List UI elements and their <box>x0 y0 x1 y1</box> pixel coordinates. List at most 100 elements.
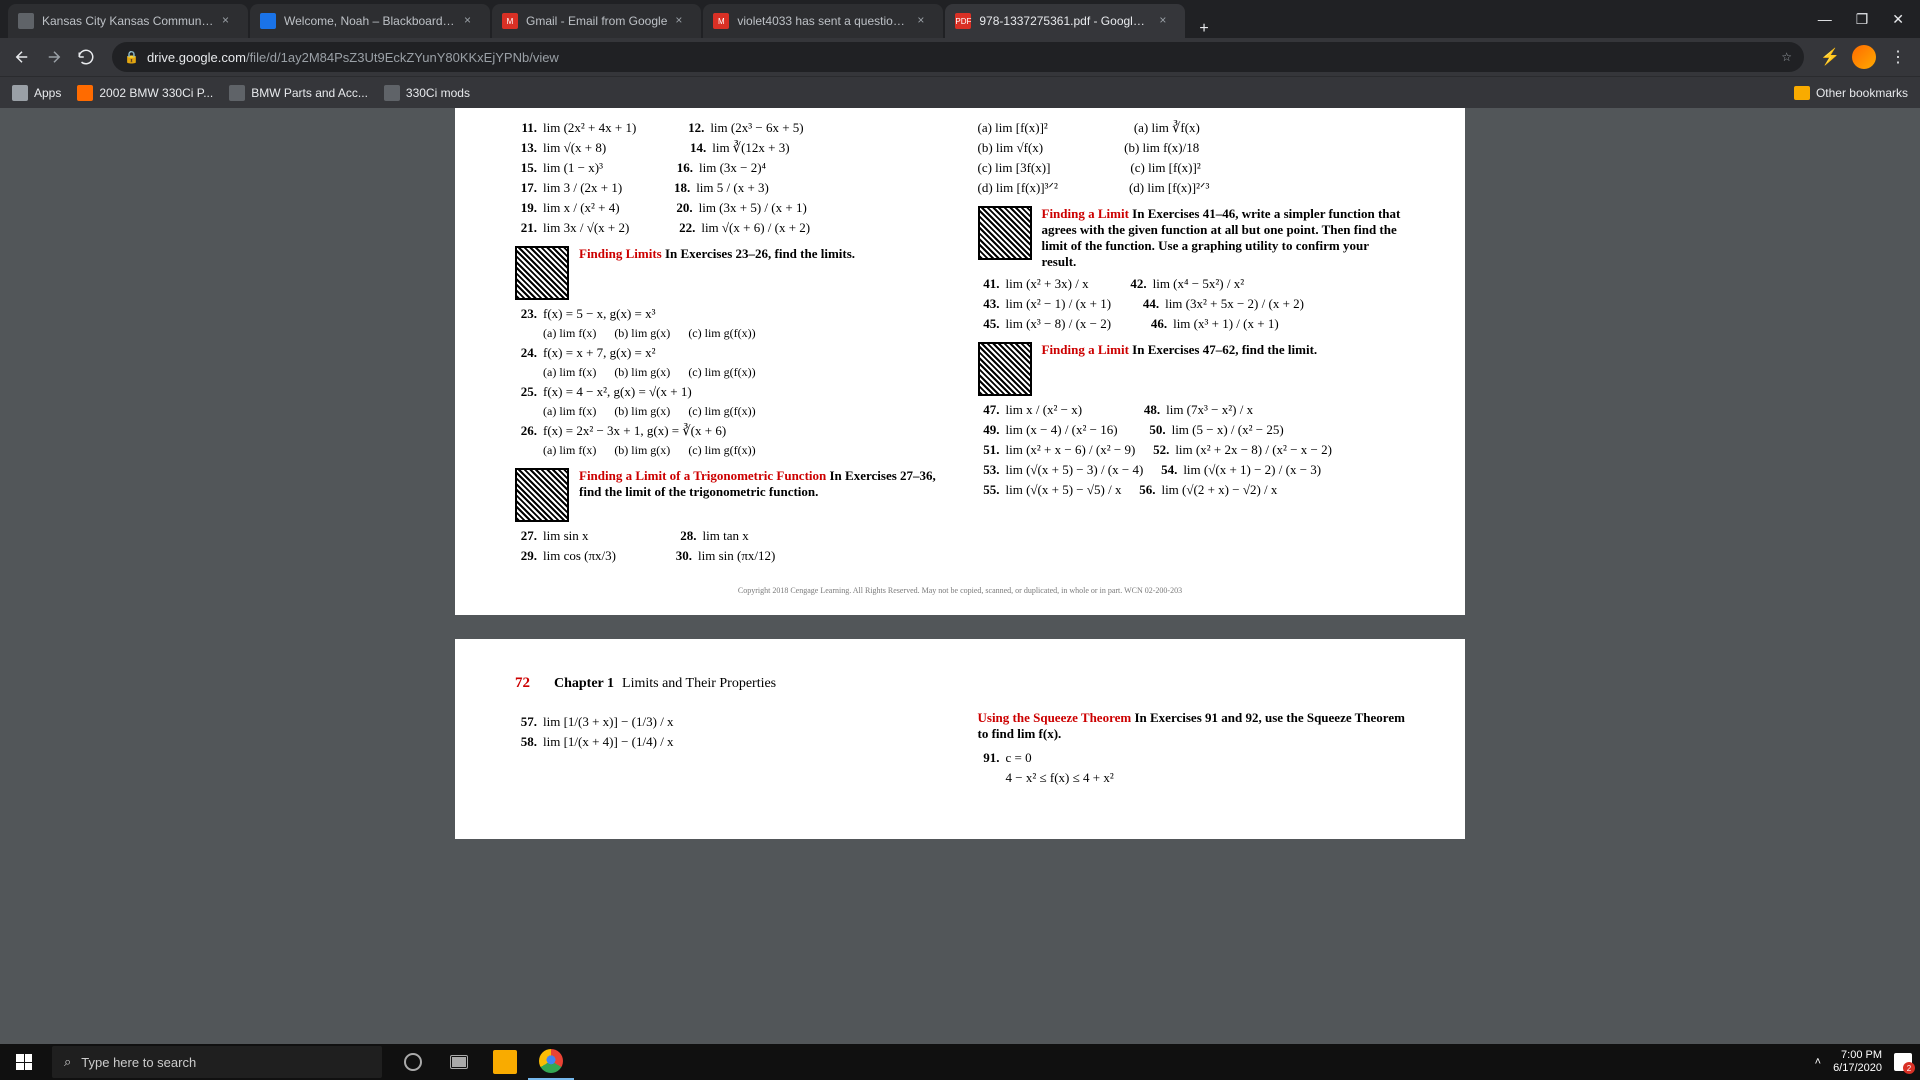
sub-exercise: (c) lim g(f(x)) <box>688 443 755 458</box>
cortana-button[interactable] <box>390 1044 436 1080</box>
bookmark-favicon <box>229 85 245 101</box>
bookmark-item[interactable]: BMW Parts and Acc... <box>229 85 368 101</box>
browser-tab[interactable]: Kansas City Kansas Community C× <box>8 4 248 38</box>
exercise: lim (x² − 1) / (x + 1) <box>1006 296 1112 312</box>
section-heading: Finding a Limit <box>1042 342 1129 357</box>
file-explorer-button[interactable] <box>482 1044 528 1080</box>
exercise: f(x) = 5 − x, g(x) = x³ <box>543 306 656 322</box>
back-button[interactable] <box>8 43 36 71</box>
bookmark-item[interactable]: 330Ci mods <box>384 85 470 101</box>
tab-title: Gmail - Email from Google <box>526 14 667 28</box>
menu-icon[interactable]: ⋮ <box>1884 43 1912 71</box>
exercise: 4 − x² ≤ f(x) ≤ 4 + x² <box>1006 770 1114 786</box>
browser-tab[interactable]: Mviolet4033 has sent a question ab × <box>703 4 943 38</box>
exercise: lim (2x² + 4x + 1) <box>543 120 636 136</box>
section-heading: Using the Squeeze Theorem <box>978 710 1132 725</box>
favicon: M <box>713 13 729 29</box>
folder-icon <box>493 1050 517 1074</box>
new-tab-button[interactable]: + <box>1187 20 1220 38</box>
taskview-button[interactable] <box>436 1044 482 1080</box>
qr-code-icon <box>978 206 1032 260</box>
bookmark-favicon <box>77 85 93 101</box>
browser-tab[interactable]: Welcome, Noah – Blackboard Lea × <box>250 4 490 38</box>
exercise: lim (2x³ − 6x + 5) <box>710 120 803 136</box>
exercise: lim 3x / √(x + 2) <box>543 220 629 236</box>
tab-close-icon[interactable]: × <box>675 13 691 29</box>
favicon: M <box>502 13 518 29</box>
exercise: lim cos (πx/3) <box>543 548 616 564</box>
chrome-icon <box>539 1049 563 1073</box>
tab-close-icon[interactable]: × <box>1159 13 1175 29</box>
exercise: lim (x³ + 1) / (x + 1) <box>1173 316 1279 332</box>
exercise: lim tan x <box>703 528 749 544</box>
exercise: lim (√(x + 1) − 2) / (x − 3) <box>1183 462 1321 478</box>
sub-exercise: (a) lim f(x) <box>543 365 596 380</box>
exercise: lim sin (πx/12) <box>698 548 775 564</box>
browser-tab-active[interactable]: PDF 978-1337275361.pdf - Google Dr × <box>945 4 1185 38</box>
page-container: 11.lim (2x² + 4x + 1)12.lim (2x³ − 6x + … <box>455 108 1465 1044</box>
tab-title: violet4033 has sent a question ab <box>737 14 909 28</box>
search-icon: ⌕ <box>64 1054 71 1070</box>
exercise: lim sin x <box>543 528 589 544</box>
left-column: 11.lim (2x² + 4x + 1)12.lim (2x³ − 6x + … <box>515 116 943 568</box>
exercise: lim [1/(x + 4)] − (1/4) / x <box>543 734 674 750</box>
toolbar-right: ⚡ ⋮ <box>1816 43 1912 71</box>
other-bookmarks[interactable]: Other bookmarks <box>1794 86 1908 100</box>
star-icon[interactable]: ☆ <box>1781 50 1792 64</box>
bookmark-favicon <box>384 85 400 101</box>
tab-title: 978-1337275361.pdf - Google Dr <box>979 14 1151 28</box>
exercise: lim (√(x + 5) − √5) / x <box>1006 482 1122 498</box>
minimize-icon[interactable]: — <box>1818 11 1832 27</box>
pdf-viewport[interactable]: 11.lim (2x² + 4x + 1)12.lim (2x³ − 6x + … <box>0 108 1920 1044</box>
tray-expand-icon[interactable]: ˄ <box>1815 1056 1821 1068</box>
lock-icon: 🔒 <box>124 50 139 64</box>
favicon <box>18 13 34 29</box>
sub-exercise: (a) lim f(x) <box>543 326 596 341</box>
tab-close-icon[interactable]: × <box>222 13 238 29</box>
address-bar[interactable]: 🔒 drive.google.com/file/d/1ay2M84PsZ3Ut9… <box>112 42 1804 72</box>
sub-exercise: (b) lim g(x) <box>614 365 670 380</box>
sub-exercise: (a) lim f(x) <box>543 443 596 458</box>
exercise: (b) lim f(x)/18 <box>1124 140 1199 156</box>
exercise: lim 5 / (x + 3) <box>696 180 769 196</box>
reload-button[interactable] <box>72 43 100 71</box>
tab-close-icon[interactable]: × <box>464 13 480 29</box>
apps-shortcut[interactable]: Apps <box>12 85 61 101</box>
start-button[interactable] <box>0 1044 48 1080</box>
folder-icon <box>1794 86 1810 100</box>
sub-exercise: (a) lim f(x) <box>543 404 596 419</box>
browser-tab[interactable]: M Gmail - Email from Google × <box>492 4 701 38</box>
pdf-icon: PDF <box>955 13 971 29</box>
sub-exercise: (c) lim g(f(x)) <box>688 326 755 341</box>
exercise: lim (x⁴ − 5x²) / x² <box>1153 276 1245 292</box>
right-column: (a) lim [f(x)]²(a) lim ∛f(x) (b) lim √f(… <box>978 116 1406 568</box>
right-column: Using the Squeeze Theorem In Exercises 9… <box>978 710 1406 790</box>
exercise: lim x / (x² − x) <box>1006 402 1083 418</box>
exercise: lim (1 − x)³ <box>543 160 603 176</box>
maximize-icon[interactable]: ❐ <box>1856 11 1869 28</box>
extension-icon[interactable]: ⚡ <box>1816 43 1844 71</box>
bookmark-label: 2002 BMW 330Ci P... <box>99 86 213 100</box>
chrome-button[interactable] <box>528 1044 574 1080</box>
bookmark-label: Other bookmarks <box>1816 86 1908 100</box>
tab-title: Welcome, Noah – Blackboard Lea <box>284 14 456 28</box>
browser-tab-strip: Kansas City Kansas Community C× Welcome,… <box>0 0 1920 38</box>
exercise: (a) lim ∛f(x) <box>1134 120 1200 136</box>
profile-avatar[interactable] <box>1852 45 1876 69</box>
tab-close-icon[interactable]: × <box>917 13 933 29</box>
qr-code-icon <box>515 468 569 522</box>
sub-exercise: (c) lim g(f(x)) <box>688 404 755 419</box>
left-column: 57.lim [1/(3 + x)] − (1/3) / x 58.lim [1… <box>515 710 943 790</box>
notifications-icon[interactable] <box>1894 1053 1912 1071</box>
pdf-page: 72 Chapter 1Limits and Their Properties … <box>455 639 1465 839</box>
clock[interactable]: 7:00 PM6/17/2020 <box>1833 1049 1882 1075</box>
exercise: lim (3x + 5) / (x + 1) <box>699 200 807 216</box>
exercise: (c) lim [f(x)]² <box>1130 160 1200 176</box>
forward-button[interactable] <box>40 43 68 71</box>
bookmark-label: 330Ci mods <box>406 86 470 100</box>
exercise: (b) lim √f(x) <box>978 140 1044 156</box>
close-window-icon[interactable]: ✕ <box>1892 11 1904 28</box>
bookmark-item[interactable]: 2002 BMW 330Ci P... <box>77 85 213 101</box>
taskbar-search[interactable]: ⌕Type here to search <box>52 1046 382 1078</box>
exercise: c = 0 <box>1006 750 1032 766</box>
